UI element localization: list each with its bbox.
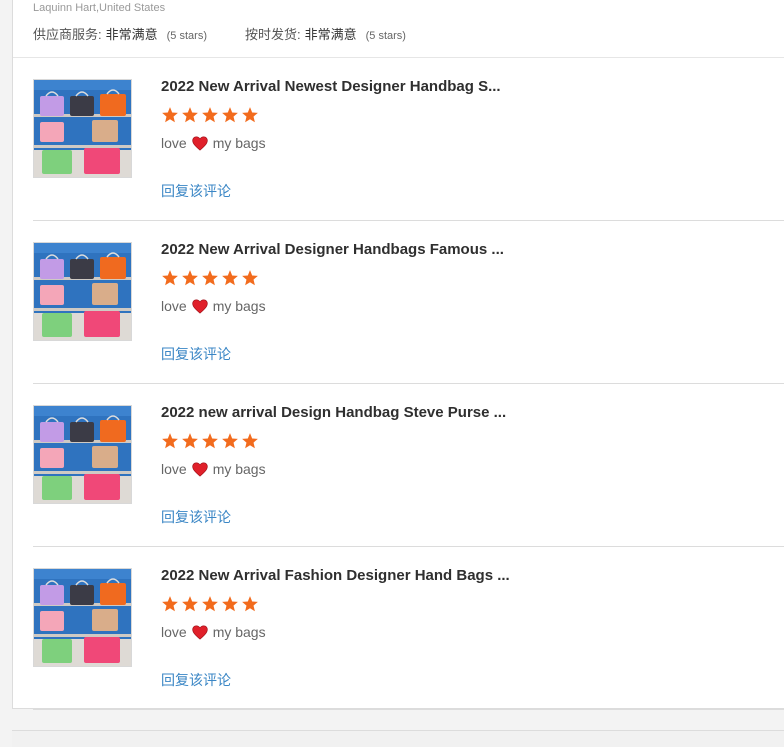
- product-thumbnail[interactable]: [33, 568, 132, 667]
- heart-icon: [192, 298, 208, 314]
- reply-to-review-link[interactable]: 回复该评论: [161, 670, 231, 690]
- star-icon: [222, 596, 238, 612]
- star-icon: [222, 433, 238, 449]
- reply-to-review-link[interactable]: 回复该评论: [161, 507, 231, 527]
- review-comment: love my bags: [161, 135, 266, 151]
- next-section-strip: [12, 730, 784, 747]
- star-rating: [161, 432, 259, 450]
- product-title[interactable]: 2022 new arrival Design Handbag Steve Pu…: [161, 404, 506, 421]
- star-icon: [222, 270, 238, 286]
- comment-text-end: my bags: [212, 135, 266, 151]
- star-rating: [161, 106, 259, 124]
- star-icon: [162, 433, 178, 449]
- product-thumbnail[interactable]: [33, 79, 132, 178]
- comment-text-start: love: [161, 624, 187, 640]
- review-comment: love my bags: [161, 461, 266, 477]
- reply-to-review-link[interactable]: 回复该评论: [161, 344, 231, 364]
- rating-label: 供应商服务:: [33, 27, 102, 42]
- review-comment: love my bags: [161, 624, 266, 640]
- rating-star-count: (5 stars): [166, 30, 207, 42]
- supplier-ratings: 供应商服务: 非常满意 (5 stars) 按时发货: 非常满意 (5 star…: [33, 24, 444, 43]
- comment-text-start: love: [161, 461, 187, 477]
- product-review-item: 2022 New Arrival Designer Handbags Famou…: [33, 221, 784, 384]
- handbags-image: [34, 80, 131, 177]
- product-title[interactable]: 2022 New Arrival Designer Handbags Famou…: [161, 241, 504, 258]
- review-card: Laquinn Hart,United States 供应商服务: 非常满意 (…: [12, 0, 784, 710]
- rating-on-time-delivery: 按时发货: 非常满意 (5 stars): [245, 24, 406, 43]
- rating-star-count: (5 stars): [365, 30, 406, 42]
- star-rating: [161, 595, 259, 613]
- rating-supplier-service: 供应商服务: 非常满意 (5 stars): [33, 24, 207, 43]
- product-review-item: 2022 New Arrival Newest Designer Handbag…: [33, 58, 784, 221]
- heart-icon: [192, 135, 208, 151]
- star-icon: [242, 270, 258, 286]
- star-icon: [222, 107, 238, 123]
- handbags-image: [34, 406, 131, 503]
- heart-icon: [192, 461, 208, 477]
- star-icon: [162, 270, 178, 286]
- star-icon: [242, 107, 258, 123]
- comment-text-end: my bags: [212, 298, 266, 314]
- star-icon: [242, 433, 258, 449]
- comment-text-start: love: [161, 135, 187, 151]
- reviewer-name-location: Laquinn Hart,United States: [33, 2, 166, 14]
- star-icon: [202, 270, 218, 286]
- star-icon: [242, 596, 258, 612]
- star-icon: [162, 596, 178, 612]
- comment-text-end: my bags: [212, 624, 266, 640]
- divider: [33, 709, 784, 710]
- review-comment: love my bags: [161, 298, 266, 314]
- product-title[interactable]: 2022 New Arrival Fashion Designer Hand B…: [161, 567, 510, 584]
- product-review-item: 2022 new arrival Design Handbag Steve Pu…: [33, 384, 784, 547]
- rating-value: 非常满意: [105, 27, 158, 42]
- rating-label: 按时发货:: [244, 27, 301, 42]
- reply-to-review-link[interactable]: 回复该评论: [161, 181, 231, 201]
- star-icon: [162, 107, 178, 123]
- product-thumbnail[interactable]: [33, 405, 132, 504]
- product-title[interactable]: 2022 New Arrival Newest Designer Handbag…: [161, 78, 501, 95]
- handbags-image: [34, 569, 131, 666]
- star-icon: [182, 433, 198, 449]
- product-thumbnail[interactable]: [33, 242, 132, 341]
- comment-text-start: love: [161, 298, 187, 314]
- star-icon: [182, 270, 198, 286]
- star-icon: [202, 107, 218, 123]
- star-icon: [182, 596, 198, 612]
- heart-icon: [192, 624, 208, 640]
- comment-text-end: my bags: [212, 461, 266, 477]
- handbags-image: [34, 243, 131, 340]
- product-review-item: 2022 New Arrival Fashion Designer Hand B…: [33, 547, 784, 710]
- star-icon: [202, 596, 218, 612]
- star-icon: [202, 433, 218, 449]
- rating-value: 非常满意: [304, 27, 357, 42]
- star-icon: [182, 107, 198, 123]
- star-rating: [161, 269, 259, 287]
